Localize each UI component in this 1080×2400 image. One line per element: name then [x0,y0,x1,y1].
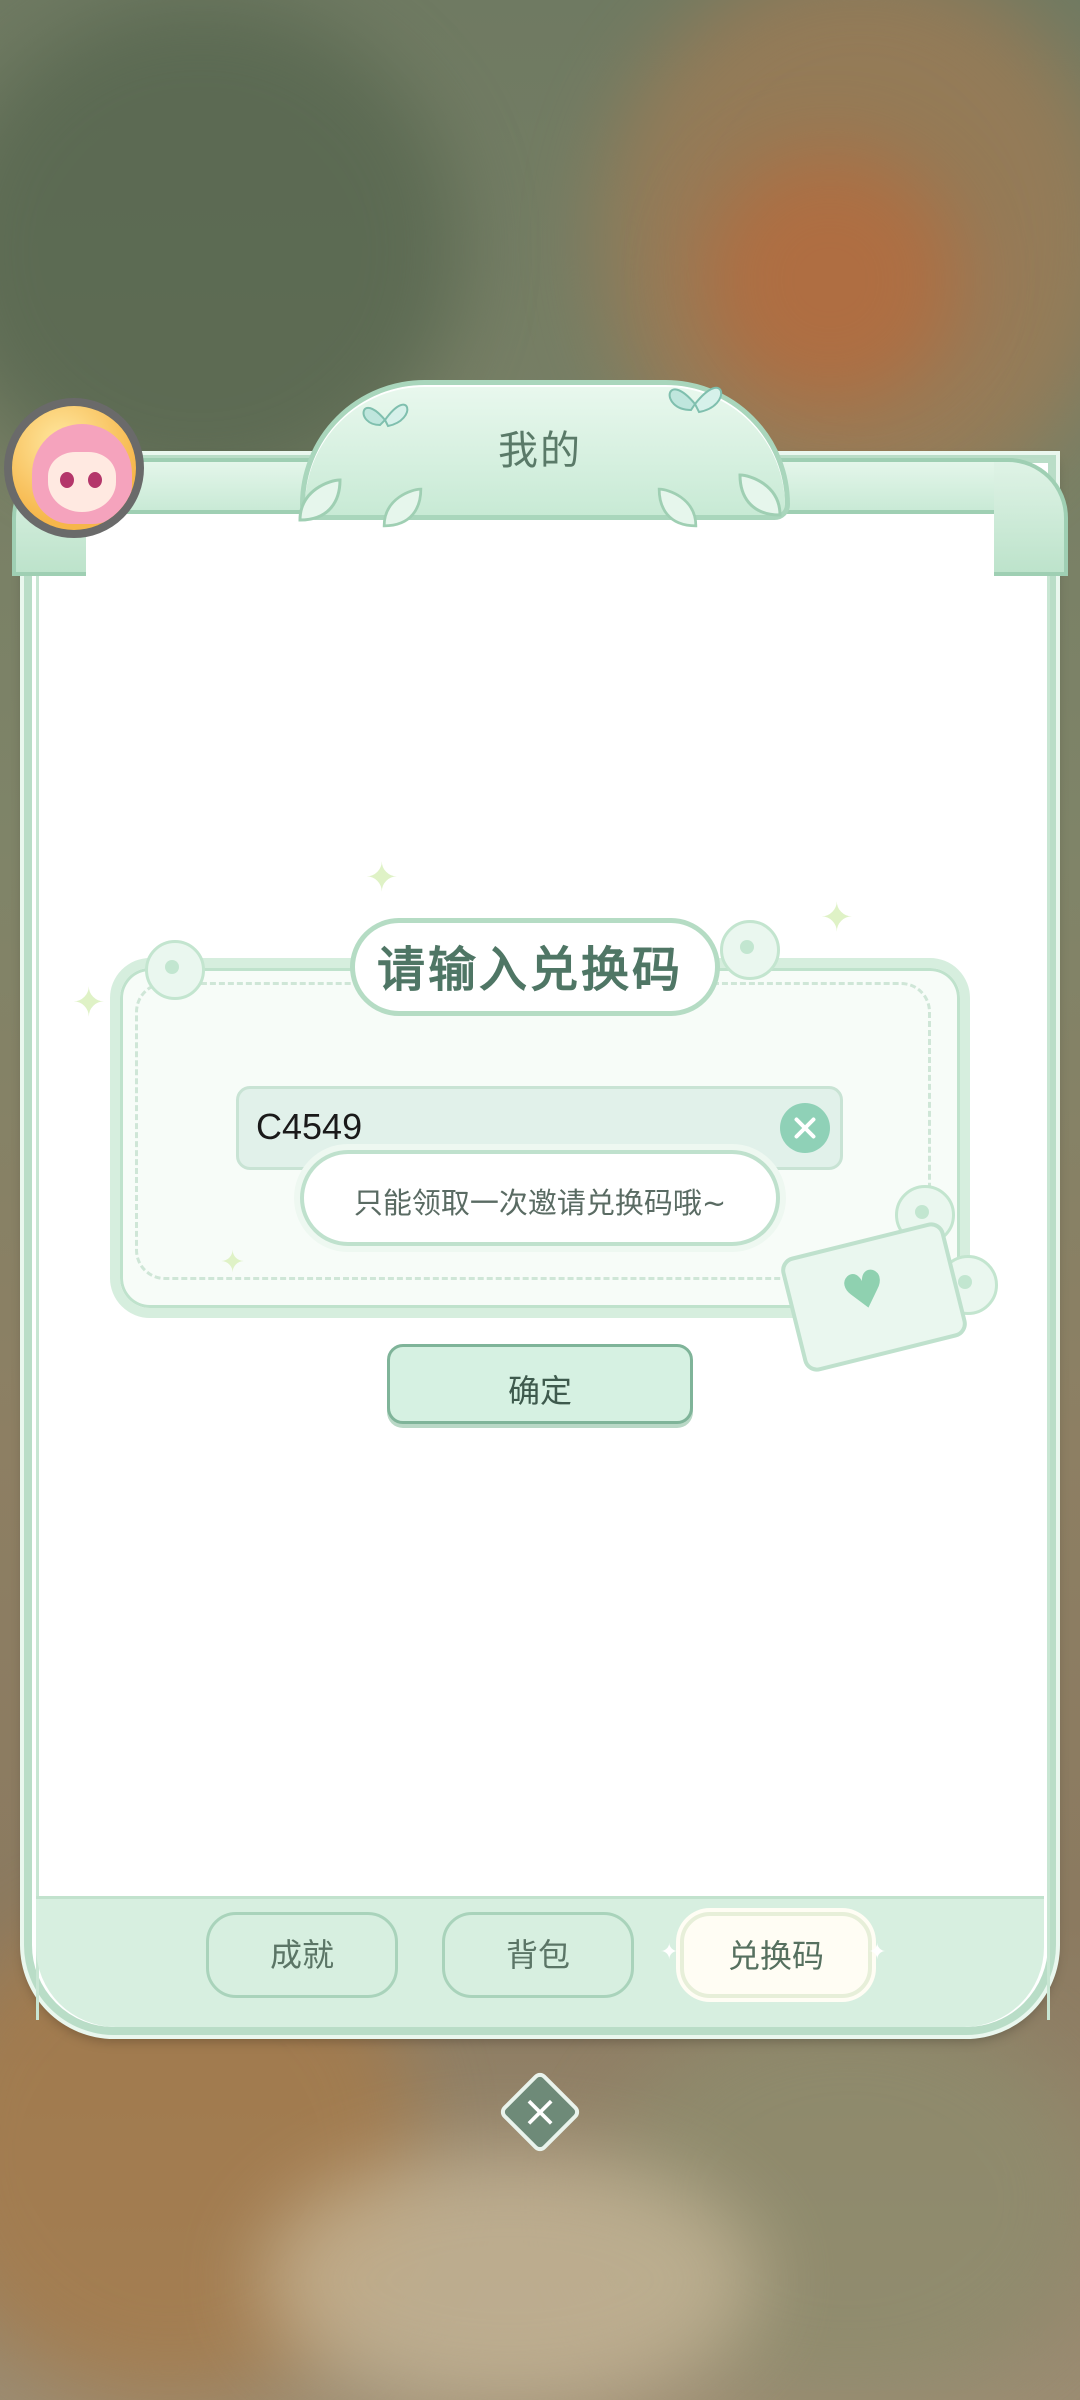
leaf-icon [382,487,423,528]
tab-redeem-code[interactable]: 兑换码 [680,1912,872,1998]
flower-icon [145,940,205,1000]
sparkle-icon: ✦ [365,855,399,901]
tab-backpack[interactable]: 背包 [442,1912,634,1998]
redeem-code-value[interactable]: C4549 [256,1106,362,1148]
sparkle-icon: ✦ [72,980,106,1026]
sparkle-icon: ✦ [868,1940,887,1965]
sparkle-icon: ✦ [820,895,854,941]
leaf-icon [298,478,342,522]
redeem-title: 请输入兑换码 [376,942,683,998]
sparkle-icon: ✦ [660,1940,679,1965]
butterfly-icon [668,386,723,414]
close-icon[interactable]: × [510,2084,570,2140]
butterfly-icon [362,403,409,428]
leaf-icon [738,473,782,517]
avatar[interactable] [4,398,144,538]
tab-achievements[interactable]: 成就 [206,1912,398,1998]
toast-message: 只能领取一次邀请兑换码哦~ [353,1186,727,1220]
clear-icon[interactable] [780,1103,830,1153]
flower-icon [720,920,780,980]
leaf-icon [657,487,698,528]
sparkle-icon: ✦ [220,1245,246,1280]
confirm-button-label[interactable]: 确定 [387,1366,693,1412]
